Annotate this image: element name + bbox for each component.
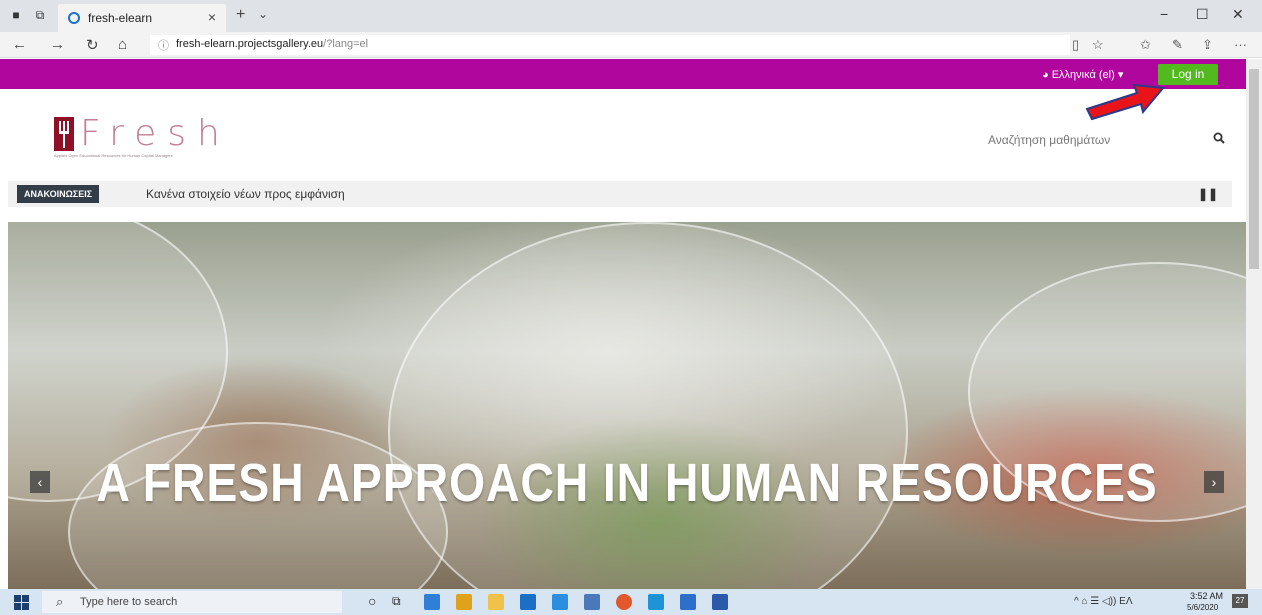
notification-center-icon[interactable]: 27: [1232, 594, 1248, 608]
search-icon: ⌕: [56, 594, 64, 609]
carousel-prev-button[interactable]: ‹: [30, 471, 50, 493]
browser-tab[interactable]: fresh-elearn ×: [58, 4, 226, 32]
site-logo[interactable]: Fresh Applied Open Educational Resources…: [54, 113, 234, 159]
globe-icon: ◕: [1042, 69, 1049, 81]
minimize-icon[interactable]: −: [1160, 6, 1168, 22]
language-label: Ελληνικά (el) ▾: [1051, 69, 1124, 81]
browser-title-bar: ■ ⧉ fresh-elearn × + ⌄ − ☐ ✕: [0, 0, 1262, 32]
tab-dropdown-icon[interactable]: ⌄: [258, 7, 268, 21]
taskbar-search-input[interactable]: ⌕ Type here to search: [42, 591, 342, 613]
paint-app-icon[interactable]: [584, 594, 600, 610]
tab-title: fresh-elearn: [88, 11, 153, 25]
hero-title: A FRESH APPROACH IN HUMAN RESOURCES: [96, 453, 1158, 513]
share-icon[interactable]: ⇪: [1202, 37, 1213, 53]
skype-app-icon[interactable]: [648, 594, 664, 610]
taskbar-search-placeholder: Type here to search: [80, 596, 178, 608]
carousel-next-button[interactable]: ›: [1204, 471, 1224, 493]
word-app-icon[interactable]: [712, 594, 728, 610]
back-icon[interactable]: ←: [12, 36, 27, 53]
favicon-icon: [68, 12, 80, 24]
pen-icon[interactable]: ✎: [1172, 37, 1183, 53]
clock-date[interactable]: 5/6/2020: [1187, 603, 1218, 612]
task-view-icon[interactable]: ⧉: [392, 594, 408, 610]
site-top-bar: ◕ Ελληνικά (el) ▾ Log in: [0, 59, 1246, 89]
logo-text: Fresh: [80, 113, 231, 154]
url-text: fresh-elearn.projectsgallery.eu/?lang=el: [176, 38, 368, 50]
tab-close-icon[interactable]: ×: [208, 9, 216, 25]
site-header: Fresh Applied Open Educational Resources…: [0, 89, 1246, 222]
store-app-icon[interactable]: [456, 594, 472, 610]
maximize-icon[interactable]: ☐: [1196, 6, 1209, 23]
url-path: /?lang=el: [323, 38, 369, 50]
hero-carousel: A FRESH APPROACH IN HUMAN RESOURCES ‹ ›: [8, 222, 1246, 589]
new-tab-icon[interactable]: +: [236, 6, 245, 24]
browser-menu-icon[interactable]: ■: [8, 8, 24, 22]
refresh-icon[interactable]: ↻: [86, 36, 99, 54]
fork-knife-logo-icon: [54, 117, 74, 151]
windows-start-icon[interactable]: [14, 595, 29, 610]
scrollbar-thumb[interactable]: [1249, 69, 1259, 269]
course-search-input[interactable]: Αναζήτηση μαθημάτων: [988, 133, 1110, 147]
announcement-bar: ΑΝΑΚΟΙΝΩΣΕΙΣ Κανένα στοιχείο νέων προς ε…: [8, 181, 1232, 207]
url-host: fresh-elearn.projectsgallery.eu: [176, 38, 324, 50]
login-button[interactable]: Log in: [1158, 64, 1218, 85]
forward-icon[interactable]: →: [50, 36, 65, 53]
home-icon[interactable]: ⌂: [118, 36, 127, 53]
announcement-text: Κανένα στοιχείο νέων προς εμφάνιση: [146, 187, 345, 201]
mail-app-icon[interactable]: [520, 594, 536, 610]
system-tray[interactable]: ^ ⌂ ☰ ◁)) ΕΛ: [1074, 596, 1133, 607]
language-select[interactable]: ◕ Ελληνικά (el) ▾: [1042, 68, 1123, 81]
search-icon[interactable]: [1213, 131, 1225, 147]
clock-time[interactable]: 3:52 AM: [1190, 591, 1223, 601]
close-window-icon[interactable]: ✕: [1232, 6, 1244, 23]
page-scrollbar[interactable]: [1246, 59, 1262, 589]
teamviewer-app-icon[interactable]: [680, 594, 696, 610]
windows-taskbar: ⌕ Type here to search ○ ⧉ ^ ⌂ ☰ ◁)) ΕΛ 3…: [0, 589, 1262, 615]
more-icon[interactable]: ···: [1234, 37, 1247, 52]
favorite-star-icon[interactable]: ☆: [1092, 37, 1104, 53]
announcement-label: ΑΝΑΚΟΙΝΩΣΕΙΣ: [17, 185, 100, 203]
tab-overview-icon[interactable]: ⧉: [32, 8, 48, 22]
hero-image-dome: [388, 222, 908, 589]
outlook-app-icon[interactable]: [552, 594, 568, 610]
favorites-icon[interactable]: ✩: [1140, 37, 1151, 53]
red-arrow-annotation-icon: [1085, 83, 1165, 121]
reading-view-icon[interactable]: ▯: [1072, 37, 1079, 53]
pause-icon[interactable]: ❚❚: [1198, 187, 1218, 201]
url-input[interactable]: ⓘ fresh-elearn.projectsgallery.eu/?lang=…: [150, 35, 1070, 55]
file-explorer-icon[interactable]: [488, 594, 504, 610]
edge-app-icon[interactable]: [424, 594, 440, 610]
cortana-icon[interactable]: ○: [368, 593, 384, 609]
info-icon[interactable]: ⓘ: [158, 37, 169, 53]
chrome-app-icon[interactable]: [616, 594, 632, 610]
logo-tagline: Applied Open Educational Resources for H…: [54, 153, 173, 158]
address-bar-row: ← → ↻ ⌂ ⓘ fresh-elearn.projectsgallery.e…: [0, 32, 1262, 58]
